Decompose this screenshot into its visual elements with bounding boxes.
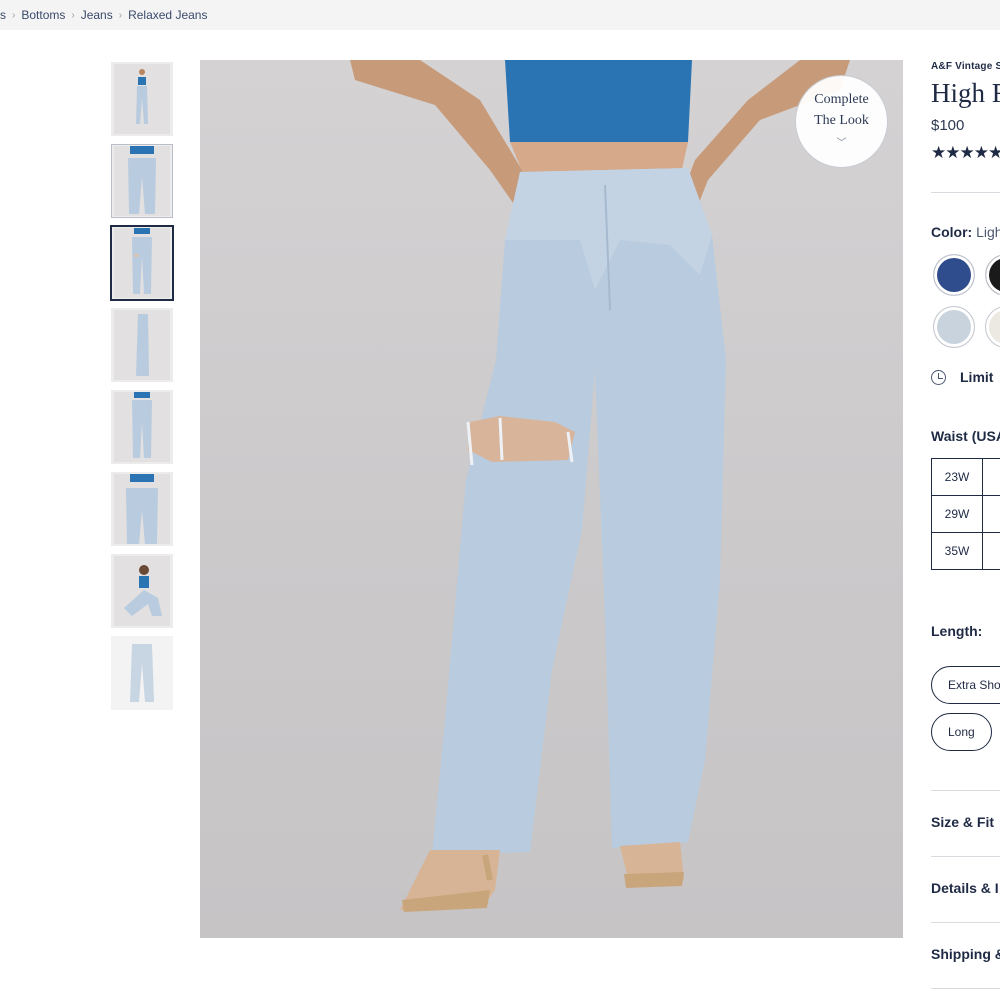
thumbnail-seated-pose[interactable]	[111, 554, 173, 628]
limited-notice-text: Limit	[960, 369, 994, 385]
color-swatch-black[interactable]	[985, 254, 1000, 296]
product-details-panel: A&F Vintage S High R $100 ★★★★★ Color: L…	[931, 0, 1000, 1000]
size-option[interactable]: 29W	[932, 496, 983, 533]
complete-the-look-button[interactable]: Complete The Look ﹀	[795, 75, 888, 168]
brand-label: A&F Vintage S	[931, 61, 1000, 72]
length-option-long[interactable]: Long	[931, 713, 992, 751]
breadcrumb-separator: ›	[118, 9, 123, 21]
thumbnail-jeans-front-distressed[interactable]	[110, 225, 174, 301]
jeans-front-icon	[114, 146, 170, 216]
divider	[931, 988, 1000, 989]
jeans-flat-icon	[114, 638, 170, 708]
color-label-value: Ligh	[976, 224, 1000, 240]
thumbnail-jeans-side[interactable]	[111, 308, 173, 382]
accordion-shipping[interactable]: Shipping &	[931, 946, 1000, 962]
chevron-down-icon: ﹀	[836, 138, 847, 149]
thumbnail-jeans-front[interactable]	[111, 144, 173, 218]
size-option[interactable]: 35W	[932, 533, 983, 570]
product-price: $100	[931, 117, 965, 134]
complete-look-label-line2: The Look	[814, 113, 869, 128]
size-option[interactable]: 3	[983, 496, 1000, 533]
rating-stars-icon[interactable]: ★★★★★	[931, 143, 1000, 163]
color-label-key: Color:	[931, 224, 973, 240]
jeans-distressed-icon	[114, 228, 170, 298]
thumbnail-jeans-detail[interactable]	[111, 472, 173, 546]
divider	[931, 192, 1000, 193]
length-option-extra-short[interactable]: Extra Sho	[931, 666, 1000, 704]
breadcrumb-separator: ›	[12, 9, 16, 21]
breadcrumb-item[interactable]: s	[0, 8, 6, 22]
size-row: 29W 3	[932, 496, 1000, 533]
thumbnail-full-look-front[interactable]	[111, 62, 173, 136]
model-full-icon	[114, 64, 170, 134]
size-option[interactable]: 2	[983, 459, 1000, 496]
size-row: 35W 3	[932, 533, 1000, 570]
product-title: High R	[931, 78, 1000, 108]
main-product-image[interactable]	[200, 60, 903, 938]
complete-look-label-line1: Complete	[814, 92, 869, 107]
seated-model-icon	[114, 556, 170, 626]
divider	[931, 856, 1000, 857]
waist-size-grid: 23W 2 29W 3 35W 3	[931, 458, 1000, 570]
size-option[interactable]: 23W	[932, 459, 983, 496]
color-swatch-light-wash[interactable]	[933, 306, 975, 348]
accordion-details[interactable]: Details & I	[931, 880, 999, 896]
color-label: Color: Ligh	[931, 224, 1000, 240]
size-row: 23W 2	[932, 459, 1000, 496]
size-option[interactable]: 3	[983, 533, 1000, 570]
divider	[931, 922, 1000, 923]
breadcrumb-separator: ›	[71, 9, 75, 21]
breadcrumb-item-relaxed-jeans[interactable]: Relaxed Jeans	[128, 8, 207, 22]
waist-label: Waist (USA	[931, 428, 1000, 444]
thumbnail-jeans-back[interactable]	[111, 390, 173, 464]
thumbnail-flat-lay[interactable]	[111, 636, 173, 710]
limited-notice: Limit	[931, 369, 993, 385]
divider	[931, 790, 1000, 791]
length-label: Length:	[931, 623, 983, 639]
jeans-back-icon	[114, 392, 170, 462]
breadcrumb: s › Bottoms › Jeans › Relaxed Jeans	[0, 0, 1000, 30]
color-swatch-dark-blue[interactable]	[933, 254, 975, 296]
breadcrumb-item-jeans[interactable]: Jeans	[81, 8, 113, 22]
color-swatch-off-white[interactable]	[985, 306, 1000, 348]
jeans-detail-icon	[114, 474, 170, 544]
breadcrumb-item-bottoms[interactable]: Bottoms	[21, 8, 65, 22]
accordion-size-fit[interactable]: Size & Fit	[931, 814, 994, 830]
model-wearing-jeans-image	[350, 60, 850, 912]
jeans-side-icon	[114, 310, 170, 380]
clock-icon	[931, 369, 946, 385]
